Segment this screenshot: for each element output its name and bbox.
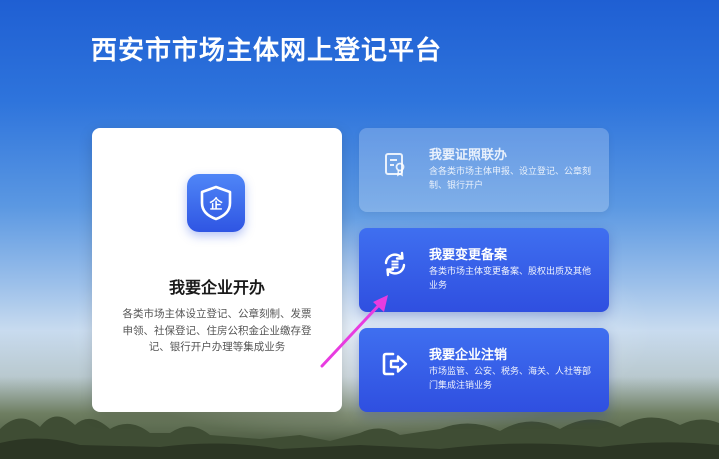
company-setup-description: 各类市场主体设立登记、公章刻制、发票申领、社保登记、住房公积金企业缴存登记、银行… xyxy=(122,308,312,353)
change-filing-icon xyxy=(381,250,409,278)
svg-text:企: 企 xyxy=(208,197,223,213)
company-setup-card[interactable]: 企 我要企业开办 各类市场主体设立登记、公章刻制、发票申领、社保登记、住房公积金… xyxy=(92,128,342,412)
license-certificate-icon xyxy=(381,150,409,178)
company-setup-title: 我要企业开办 xyxy=(168,278,265,297)
company-deregister-title: 我要企业注销 xyxy=(429,348,508,363)
change-filing-card[interactable]: 我要变更备案 各类市场主体变更备案、股权出质及其他业务 xyxy=(359,228,609,312)
joint-license-title: 我要证照联办 xyxy=(429,148,508,163)
page-title: 西安市市场主体网上登记平台 xyxy=(91,36,443,66)
change-filing-title: 我要变更备案 xyxy=(429,248,508,263)
enterprise-shield-icon: 企 xyxy=(187,174,245,232)
deregister-exit-icon xyxy=(381,350,409,378)
joint-license-card[interactable]: 我要证照联办 含各类市场主体申报、设立登记、公章刻制、银行开户 xyxy=(359,128,609,212)
joint-license-description: 含各类市场主体申报、设立登记、公章刻制、银行开户 xyxy=(429,167,592,191)
company-deregister-description: 市场监管、公安、税务、海关、人社等部门集成注销业务 xyxy=(429,367,592,391)
change-filing-description: 各类市场主体变更备案、股权出质及其他业务 xyxy=(429,267,592,291)
company-deregister-card[interactable]: 我要企业注销 市场监管、公安、税务、海关、人社等部门集成注销业务 xyxy=(359,328,609,412)
